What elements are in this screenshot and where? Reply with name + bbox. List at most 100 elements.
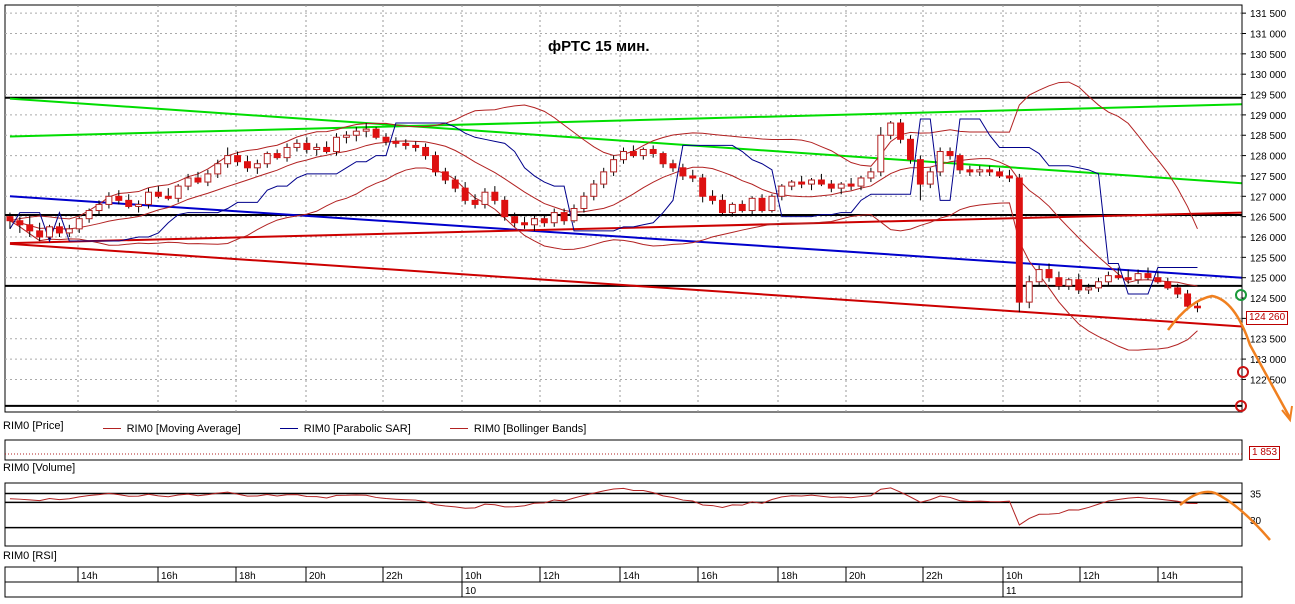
candle-body <box>1144 273 1152 279</box>
candle-body <box>105 195 113 205</box>
candle-body <box>689 175 697 179</box>
time-tick-label: 16h <box>161 571 178 582</box>
candle-body <box>570 208 578 222</box>
candle-body <box>55 226 63 234</box>
candle-body <box>857 177 865 187</box>
candle-body <box>521 222 529 226</box>
time-tick-label: 10h <box>1006 571 1023 582</box>
candle-body <box>1134 273 1142 281</box>
candle-body <box>629 151 637 157</box>
candle-body <box>956 155 964 171</box>
price-tick-label: 129 000 <box>1250 111 1287 122</box>
time-tick-label: 12h <box>543 571 560 582</box>
candle-body <box>1114 275 1122 279</box>
candle-body <box>214 163 222 175</box>
chart-stage: 131 500 131 000 130 500 130 000 129 500 129 0… <box>0 0 1295 599</box>
chart-canvas: 131 500 131 000 130 500 130 000 129 500 129 0… <box>4 4 1293 598</box>
candle-body <box>1065 279 1073 287</box>
candle-body <box>234 155 242 163</box>
candle-body <box>540 218 548 224</box>
candle-body <box>204 173 212 183</box>
legend-item-bollinger-bands[interactable]: RIM0 [Bollinger Bands] <box>436 423 586 435</box>
candle-body <box>847 183 855 187</box>
time-tick-label: 20h <box>849 571 866 582</box>
candle-body <box>936 151 944 173</box>
candle-body <box>164 195 172 199</box>
candle-body <box>867 171 875 179</box>
candle-body <box>768 195 776 212</box>
candle-body <box>639 148 647 157</box>
candle-body <box>1025 281 1033 303</box>
candle-body <box>194 177 202 183</box>
candle-body <box>1184 293 1192 307</box>
time-tick-label: 22h <box>926 571 943 582</box>
price-tick-label: 128 500 <box>1250 131 1287 142</box>
candle-body <box>916 159 924 185</box>
candle-body <box>758 197 766 212</box>
candle-body <box>342 134 350 138</box>
rsi-panel-frame <box>4 482 1243 547</box>
candle-body <box>491 191 499 201</box>
candle-body <box>303 142 311 150</box>
candle-body <box>243 161 251 169</box>
candle <box>46 224 54 240</box>
candle-body <box>620 151 627 161</box>
candle-body <box>283 146 291 159</box>
rsi-panel-label: RIM0 [RSI] <box>3 550 57 562</box>
price-tick-label: 124 500 <box>1250 294 1287 305</box>
candle-body <box>402 142 410 146</box>
candle-body <box>273 153 281 159</box>
price-tick-label: 125 000 <box>1250 274 1287 285</box>
candle-body <box>1085 287 1093 291</box>
candle-body <box>441 171 449 181</box>
price-tick-label: 125 500 <box>1250 253 1287 264</box>
candle-body <box>610 159 618 173</box>
time-tick-label: 18h <box>239 571 256 582</box>
candle-body <box>709 195 717 201</box>
candle-body <box>36 230 44 238</box>
candle-body <box>718 199 726 214</box>
candle-body <box>897 122 905 140</box>
candle-body <box>1055 277 1063 287</box>
candle-body <box>501 199 509 218</box>
candle-body <box>748 197 756 212</box>
candle-body <box>827 183 835 189</box>
time-tick-label: 18h <box>781 571 798 582</box>
time-tick-label: 22h <box>386 571 403 582</box>
candle-body <box>798 181 806 185</box>
candle-body <box>1193 305 1201 309</box>
candle-body <box>135 203 143 207</box>
candle <box>936 147 944 176</box>
legend-item-moving-average[interactable]: RIM0 [Moving Average] <box>89 423 241 435</box>
volume-value-tag: 1 853 <box>1249 446 1281 460</box>
volume-panel-label: RIM0 [Volume] <box>3 462 76 474</box>
candle-body <box>1124 277 1132 281</box>
candle-body <box>65 228 73 234</box>
candle <box>501 196 509 221</box>
candle-body <box>174 185 182 199</box>
price-tick-label: 129 500 <box>1250 91 1287 102</box>
candle-body <box>530 218 538 226</box>
candle-body <box>451 179 459 189</box>
date-label: 11 <box>1006 586 1017 597</box>
candle-body <box>1104 275 1112 283</box>
chart-title: фРТС 15 мин. <box>548 38 650 55</box>
price-tick-label: 127 500 <box>1250 172 1287 183</box>
candle-body <box>362 128 370 132</box>
candle <box>768 194 776 213</box>
candle-body <box>907 138 914 161</box>
rsi-panel: 3530 <box>4 482 1262 547</box>
time-axis: 14h 16h 18h 20h 22h 10h 12h 14h 16h 18h 20h 22h 10h 1… <box>4 566 1243 598</box>
time-tick-label: 14h <box>623 571 640 582</box>
legend-item-price[interactable]: RIM0 [Price] <box>3 420 64 432</box>
legend-item-parabolic-sar[interactable]: RIM0 [Parabolic SAR] <box>266 423 411 435</box>
candle-body <box>154 191 162 197</box>
candle-body <box>976 169 984 173</box>
candle-body <box>966 169 974 173</box>
candle-body <box>461 187 469 201</box>
time-tick-label: 10h <box>465 571 482 582</box>
price-tick-label: 126 500 <box>1250 213 1287 224</box>
candle-body <box>224 155 232 165</box>
candle-body <box>679 167 687 177</box>
time-tick-label: 14h <box>81 571 98 582</box>
